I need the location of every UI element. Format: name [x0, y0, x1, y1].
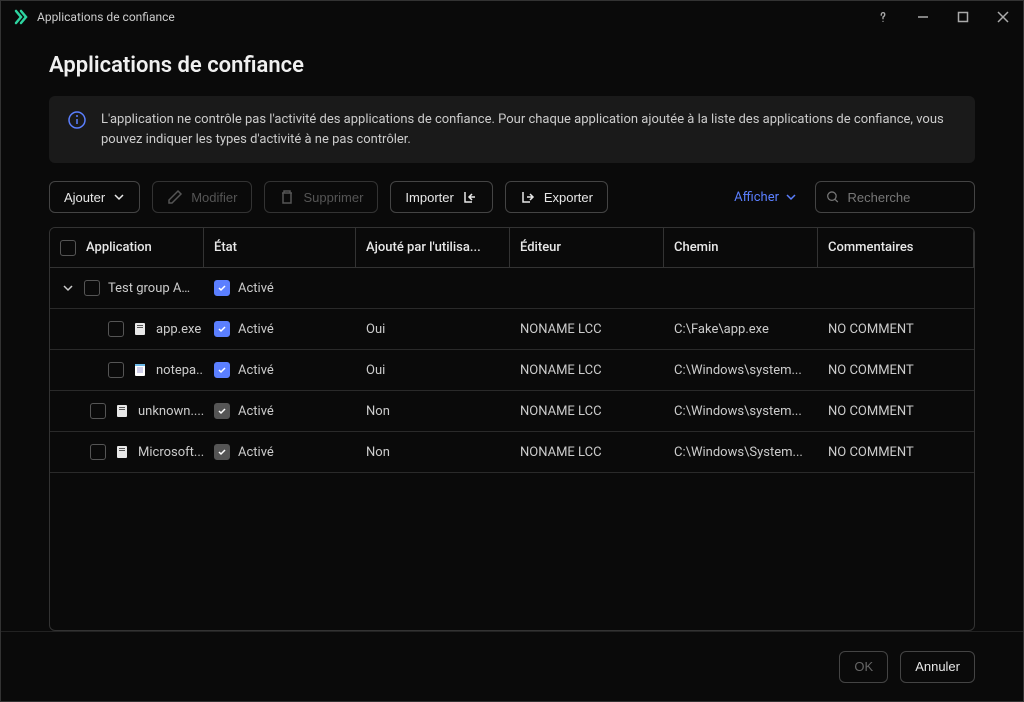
- table-row[interactable]: Microsoft... Activé NonNONAME LCCC:\Window…: [50, 432, 974, 473]
- row-checkbox[interactable]: [90, 444, 106, 460]
- table-row[interactable]: unknown.... Activé NonNONAME LCCC:\Windows…: [50, 391, 974, 432]
- select-all-checkbox[interactable]: [60, 240, 76, 256]
- import-button[interactable]: Importer: [390, 181, 492, 213]
- col-header-state[interactable]: État: [204, 228, 356, 267]
- row-checkbox[interactable]: [90, 403, 106, 419]
- trash-icon: [279, 189, 295, 205]
- search-icon: [826, 189, 840, 205]
- comment: NO COMMENT: [818, 404, 974, 419]
- editor: NONAME LCC: [510, 322, 664, 337]
- delete-button[interactable]: Supprimer: [264, 181, 378, 213]
- ok-button[interactable]: OK: [839, 651, 888, 683]
- export-button[interactable]: Exporter: [505, 181, 608, 213]
- table-row[interactable]: app.exe Activé OuiNONAME LCCC:\Fake\app.ex…: [50, 309, 974, 350]
- export-icon: [520, 189, 536, 205]
- close-icon: [997, 11, 1009, 23]
- window-title: Applications de confiance: [37, 10, 875, 24]
- state-label: Activé: [238, 322, 274, 337]
- pencil-icon: [167, 189, 183, 205]
- path: C:\Windows\system...: [664, 404, 818, 419]
- chevron-down-icon: [113, 191, 125, 203]
- state-label: Activé: [238, 404, 274, 419]
- help-icon: [876, 10, 890, 24]
- close-button[interactable]: [995, 9, 1011, 25]
- titlebar: Applications de confiance: [1, 1, 1023, 33]
- added-by-user: Oui: [356, 322, 510, 337]
- minimize-icon: [917, 11, 929, 23]
- maximize-button[interactable]: [955, 9, 971, 25]
- state-label: Activé: [238, 363, 274, 378]
- app-name: notepa...: [156, 363, 204, 378]
- table-row[interactable]: notepa... Activé OuiNONAME LCCC:\Windows\s…: [50, 350, 974, 391]
- table-header: Application État Ajouté par l'utilisa...…: [50, 228, 974, 268]
- comment: NO COMMENT: [818, 445, 974, 460]
- state-checkbox[interactable]: [214, 280, 230, 296]
- info-text: L'application ne contrôle pas l'activité…: [101, 110, 957, 149]
- exe-file-icon: [114, 403, 130, 419]
- col-header-path[interactable]: Chemin: [664, 228, 818, 267]
- added-by-user: Non: [356, 445, 510, 460]
- search-box[interactable]: [815, 181, 975, 213]
- edit-button[interactable]: Modifier: [152, 181, 252, 213]
- group-row[interactable]: Test group App Activé: [50, 268, 974, 309]
- comment: NO COMMENT: [818, 322, 974, 337]
- import-icon: [462, 189, 478, 205]
- editor: NONAME LCC: [510, 445, 664, 460]
- info-banner: L'application ne contrôle pas l'activité…: [49, 96, 975, 163]
- view-dropdown[interactable]: Afficher: [734, 190, 797, 205]
- app-name: Microsoft...: [138, 445, 204, 460]
- row-checkbox[interactable]: [108, 362, 124, 378]
- exe-file-icon: [114, 444, 130, 460]
- info-icon: [67, 110, 87, 130]
- col-header-added-by-user[interactable]: Ajouté par l'utilisa...: [356, 228, 510, 267]
- maximize-icon: [957, 11, 969, 23]
- notepad-file-icon: [132, 362, 148, 378]
- cancel-button[interactable]: Annuler: [900, 651, 975, 683]
- path: C:\Windows\System...: [664, 445, 818, 460]
- minimize-button[interactable]: [915, 9, 931, 25]
- footer: OK Annuler: [1, 631, 1023, 701]
- add-button[interactable]: Ajouter: [49, 181, 140, 213]
- search-input[interactable]: [848, 190, 965, 205]
- added-by-user: Non: [356, 404, 510, 419]
- toolbar: Ajouter Modifier Supprimer Importer Expo…: [49, 181, 975, 213]
- editor: NONAME LCC: [510, 363, 664, 378]
- row-checkbox[interactable]: [108, 321, 124, 337]
- col-header-application[interactable]: Application: [50, 228, 204, 267]
- editor: NONAME LCC: [510, 404, 664, 419]
- chevron-down-icon: [785, 191, 797, 203]
- col-header-editor[interactable]: Éditeur: [510, 228, 664, 267]
- added-by-user: Oui: [356, 363, 510, 378]
- state-checkbox[interactable]: [214, 362, 230, 378]
- state-checkbox[interactable]: [214, 444, 230, 460]
- app-name: unknown....: [138, 404, 204, 419]
- table-body: Test group App Activé app.exeActivéOuiNO…: [50, 268, 974, 630]
- expand-chevron-icon[interactable]: [60, 280, 76, 296]
- exe-file-icon: [132, 321, 148, 337]
- col-header-comments[interactable]: Commentaires: [818, 228, 974, 267]
- state-label: Activé: [238, 445, 274, 460]
- app-logo-icon: [13, 9, 29, 25]
- path: C:\Fake\app.exe: [664, 322, 818, 337]
- row-checkbox[interactable]: [84, 280, 100, 296]
- state-checkbox[interactable]: [214, 403, 230, 419]
- page-title: Applications de confiance: [49, 53, 975, 78]
- group-name: Test group App: [108, 281, 194, 296]
- applications-table: Application État Ajouté par l'utilisa...…: [49, 227, 975, 631]
- path: C:\Windows\system...: [664, 363, 818, 378]
- state-checkbox[interactable]: [214, 321, 230, 337]
- comment: NO COMMENT: [818, 363, 974, 378]
- app-name: app.exe: [156, 322, 201, 337]
- help-button[interactable]: [875, 9, 891, 25]
